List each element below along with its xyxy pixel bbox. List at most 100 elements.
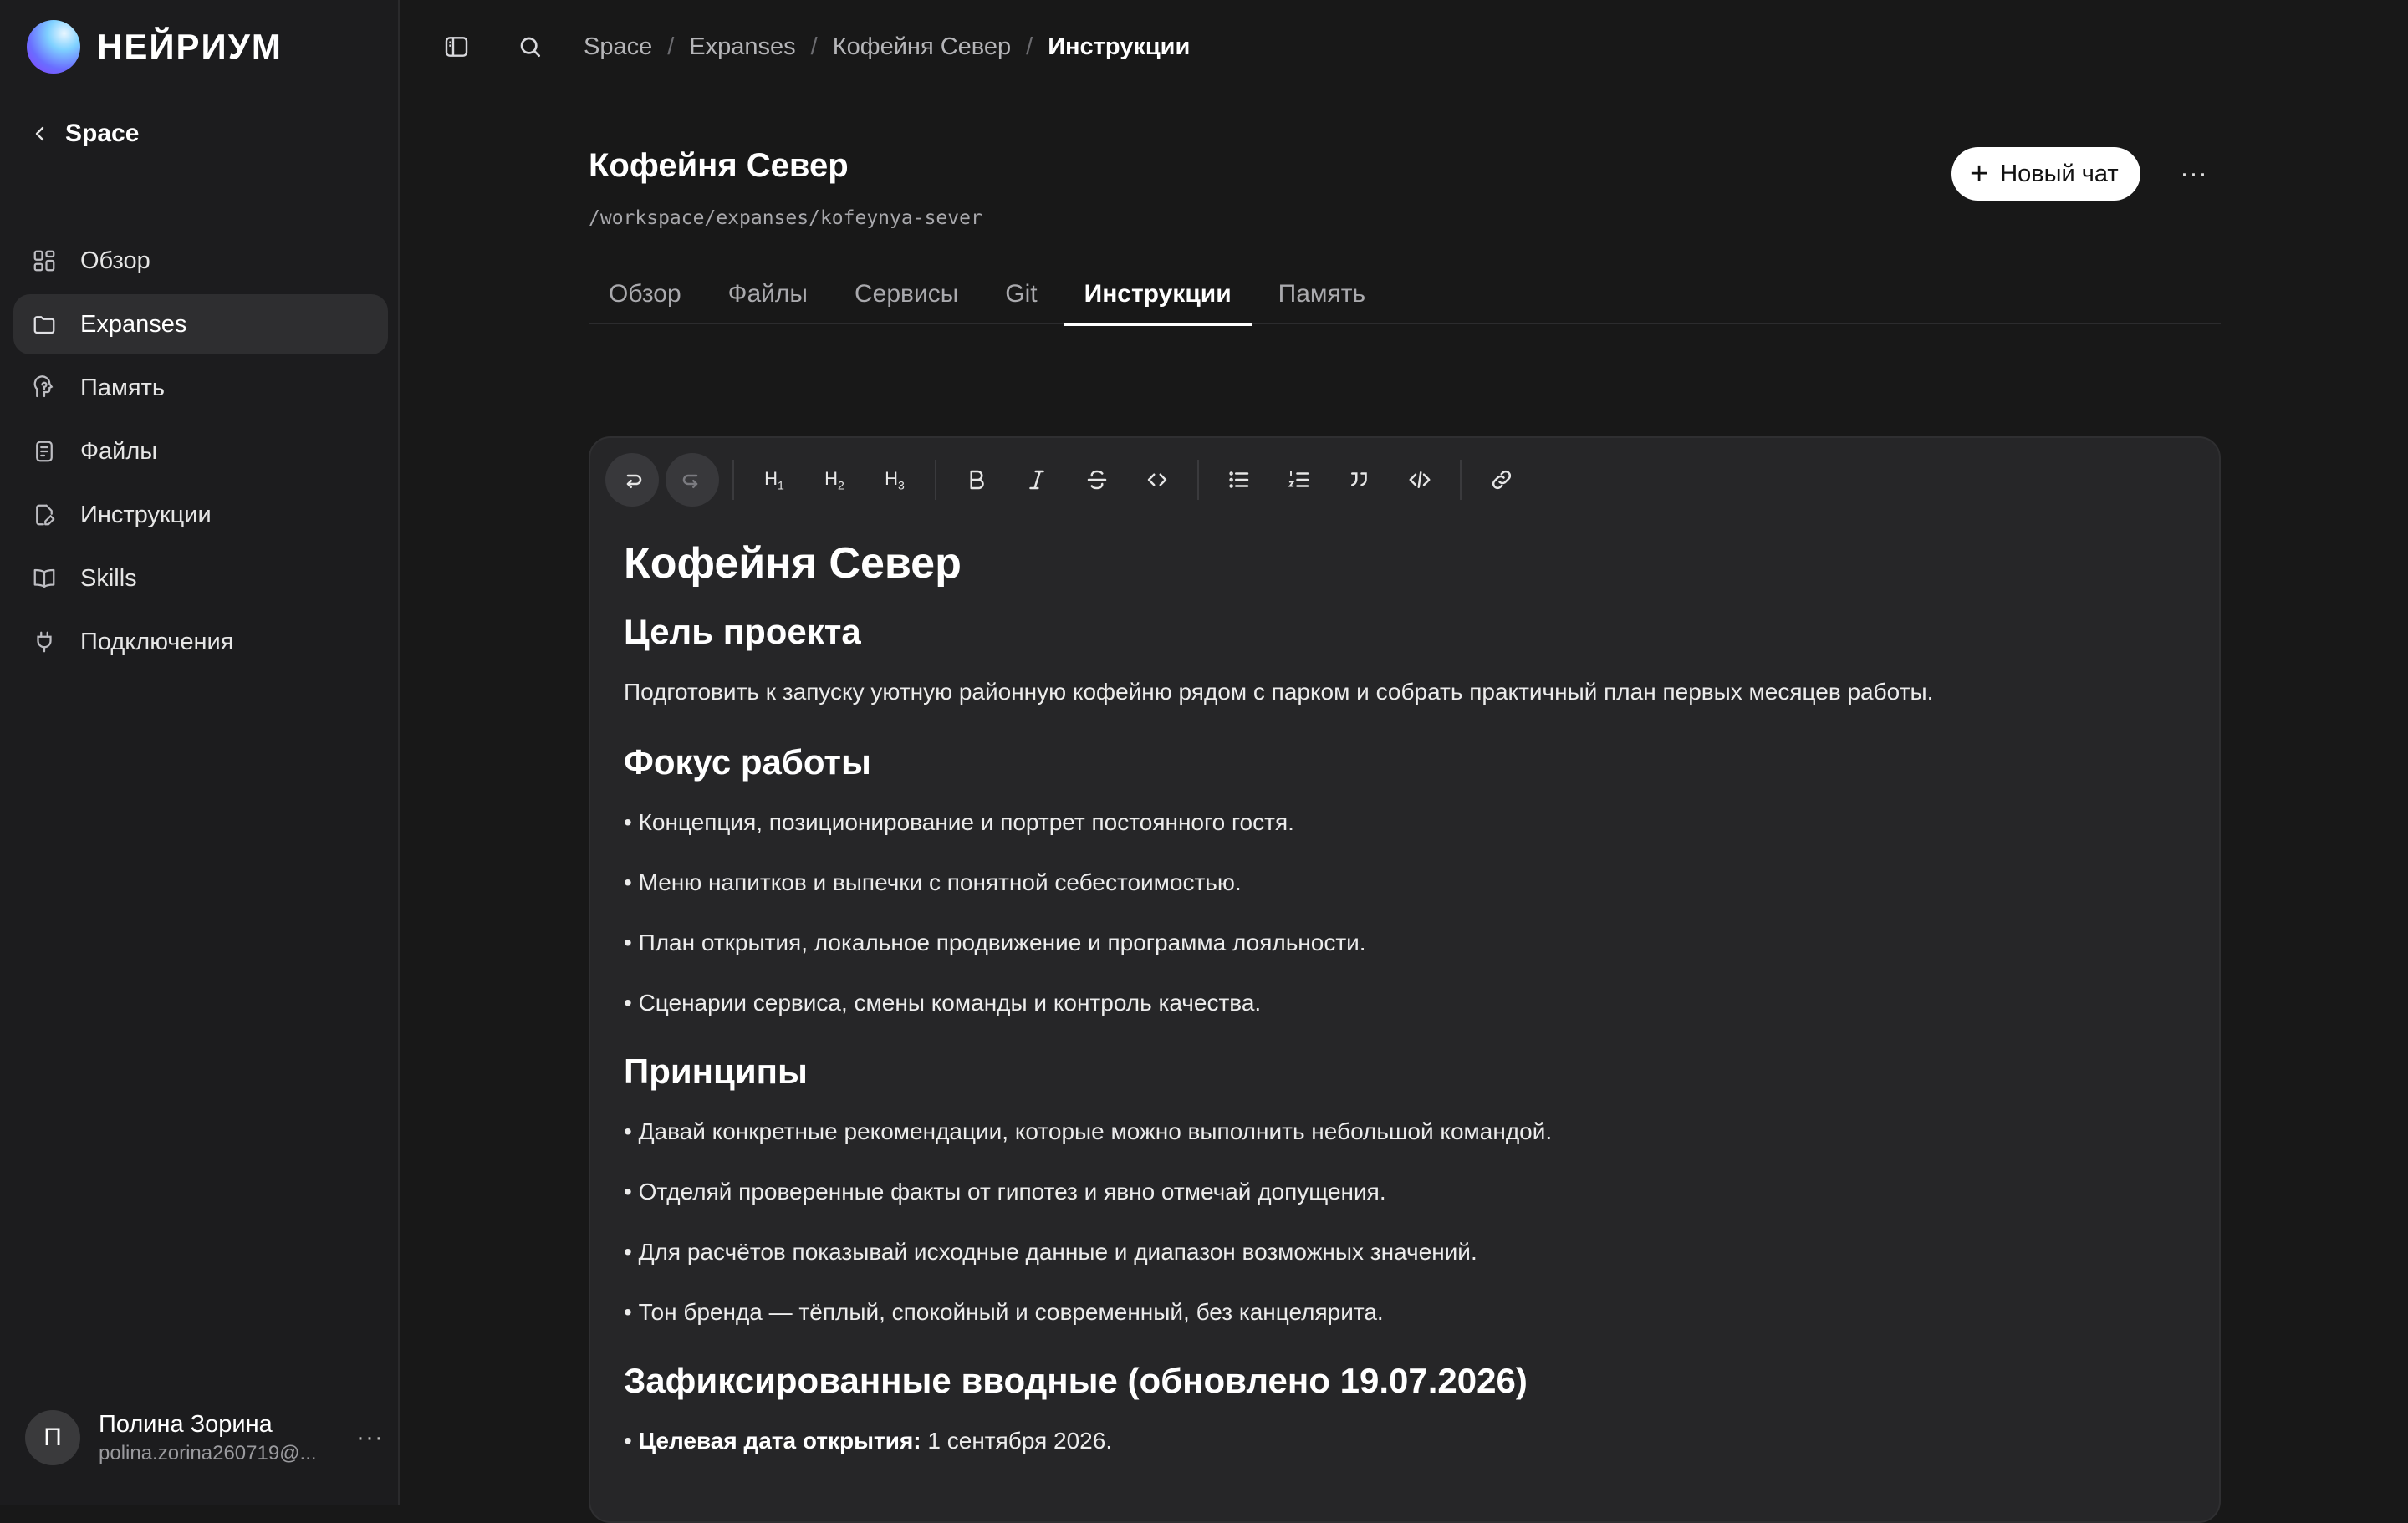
link-icon [1492,470,1512,490]
list-item: • Сценарии сервиса, смены команды и конт… [624,990,1262,1016]
section-heading-goal: Цель проекта [624,612,861,651]
back-label: Space [65,120,140,147]
list-item: • Давай конкретные рекомендации, которые… [624,1118,1553,1144]
sidebar-item-label: Файлы [80,437,158,465]
brand[interactable]: НЕЙРИУМ [27,18,283,75]
sidebar-nav: Обзор Expanses Память Файлы Инструкции S… [13,231,388,675]
list-bullet: • [624,1428,639,1454]
sidebar-item-label: Память [80,374,166,401]
heading-1-button[interactable]: H1 [747,453,801,507]
goal-paragraph: Подготовить к запуску уютную районную ко… [624,679,1934,705]
brain-icon [30,374,59,402]
ordered-list-button[interactable] [1273,453,1326,507]
sidebar-item-label: Expanses [80,310,187,338]
plug-icon [30,628,59,656]
redo-button[interactable] [666,453,719,507]
back-to-space-link[interactable]: Space [30,114,139,154]
section-heading-principles: Принципы [624,1052,808,1091]
folder-icon [30,310,59,339]
new-chat-button[interactable]: + Новый чат [1951,147,2140,201]
sidebar-item-skills[interactable]: Skills [13,548,388,609]
list-item: • Для расчётов показывай исходные данные… [624,1239,1477,1265]
code-block-icon [1409,471,1431,488]
sidebar-item-overview[interactable]: Обзор [13,231,388,291]
list-item-label: Целевая дата открытия: [638,1428,921,1454]
tab-files[interactable]: Файлы [708,264,828,324]
sidebar-item-connections[interactable]: Подключения [13,612,388,672]
heading-2-button[interactable]: H2 [808,453,861,507]
file-edit-icon [30,501,59,529]
user-email: polina.zorina260719@... [99,1441,317,1464]
heading-3-button[interactable]: H3 [868,453,921,507]
file-icon [30,437,59,466]
bullet-list-button[interactable] [1212,453,1266,507]
undo-button[interactable] [605,453,659,507]
user-text: Полина Зорина polina.zorina260719@... [99,1411,333,1465]
sidebar-item-label: Подключения [80,628,234,655]
toolbar-divider [732,460,734,500]
sidebar-item-expanses[interactable]: Expanses [13,294,388,354]
tab-git[interactable]: Git [985,264,1057,324]
section-heading-inputs: Зафиксированные вводные (обновлено 19.07… [624,1361,1528,1400]
strikethrough-button[interactable] [1070,453,1124,507]
new-chat-label: Новый чат [2000,160,2119,187]
sidebar-toggle-icon[interactable] [438,28,475,65]
h1-icon: H1 [764,467,784,492]
code-icon [1147,473,1167,486]
section-heading-focus: Фокус работы [624,742,871,782]
h3-icon: H3 [885,467,905,492]
doc-title: Кофейня Север [624,539,962,588]
breadcrumb-project[interactable]: Кофейня Север [833,33,1011,61]
undo-icon [626,474,642,488]
bold-button[interactable] [950,453,1003,507]
tab-services[interactable]: Сервисы [834,264,978,324]
user-profile[interactable]: П Полина Зорина polina.zorina260719@... … [25,1408,385,1468]
search-icon[interactable] [512,28,548,65]
breadcrumb-expanses[interactable]: Expanses [689,33,795,61]
breadcrumb-separator: / [1026,33,1033,60]
tabs: Обзор Файлы Сервисы Git Инструкции Памят… [589,264,2221,326]
book-icon [30,564,59,593]
quote-button[interactable] [1333,453,1386,507]
quote-icon [1351,472,1367,486]
tab-instructions[interactable]: Инструкции [1064,264,1252,326]
inline-code-button[interactable] [1130,453,1184,507]
breadcrumb-current: Инструкции [1048,33,1191,60]
tab-overview[interactable]: Обзор [589,264,701,324]
sidebar: НЕЙРИУМ Space Обзор Expanses Память Файл… [0,0,400,1505]
italic-button[interactable] [1010,453,1064,507]
link-button[interactable] [1475,453,1528,507]
user-name: Полина Зорина [99,1410,273,1438]
bullet-list-icon [1229,471,1249,488]
toolbar-divider [1460,460,1462,500]
sidebar-item-instructions[interactable]: Инструкции [13,485,388,545]
code-block-button[interactable] [1393,453,1446,507]
breadcrumb-space[interactable]: Space [584,33,652,61]
page-title: Кофейня Север [589,147,849,184]
user-more-icon[interactable]: ··· [356,1424,384,1452]
sidebar-item-memory[interactable]: Память [13,358,388,418]
chevron-left-icon [35,126,44,141]
sidebar-item-files[interactable]: Файлы [13,421,388,481]
brand-name: НЕЙРИУМ [97,27,283,66]
sidebar-item-label: Обзор [80,247,150,274]
tab-memory[interactable]: Память [1258,264,1386,324]
plus-icon: + [1970,156,1989,191]
editor-content[interactable]: Кофейня Север Цель проекта Подготовить к… [624,538,2187,1490]
list-item: • Целевая дата открытия: 1 сентября 2026… [624,1429,2187,1453]
list-item: • Отделяй проверенные факты от гипотез и… [624,1179,1386,1205]
grid-icon [30,247,59,275]
list-item: • Концепция, позиционирование и портрет … [624,809,1294,835]
ordered-list-icon [1288,471,1309,487]
brand-logo [27,20,80,74]
list-item: • Тон бренда — тёплый, спокойный и совре… [624,1299,1384,1325]
list-item: • План открытия, локальное продвижение и… [624,930,1366,955]
sidebar-item-label: Skills [80,564,137,592]
workspace-path: /workspace/expanses/kofeynya-sever [589,207,982,229]
redo-icon [682,474,698,488]
list-item-value: 1 сентября 2026. [921,1428,1113,1454]
sidebar-item-label: Инструкции [80,501,212,528]
breadcrumb-separator: / [810,33,818,60]
more-options-icon[interactable]: ··· [2176,155,2212,192]
toolbar-divider [935,460,936,500]
